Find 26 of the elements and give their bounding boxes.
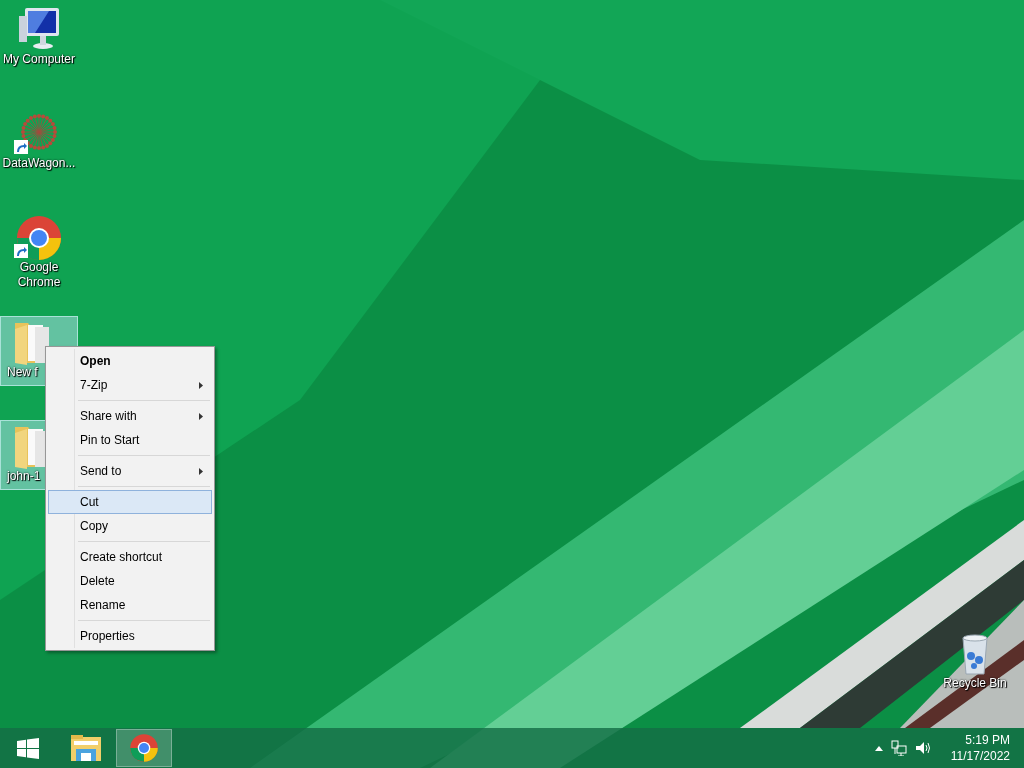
icon-label: New f [6, 365, 38, 380]
menu-item[interactable]: Properties [48, 624, 212, 648]
submenu-arrow-icon [199, 382, 203, 389]
speaker-icon[interactable] [914, 740, 931, 756]
icon-label: My Computer [2, 52, 76, 67]
submenu-arrow-icon [199, 413, 203, 420]
chrome-icon [15, 214, 63, 260]
menu-item[interactable]: Create shortcut [48, 545, 212, 569]
menu-item[interactable]: Copy [48, 514, 212, 538]
icon-label: Google Chrome [16, 260, 62, 290]
clock-time: 5:19 PM [965, 732, 1010, 748]
shortcut-arrow-icon [14, 244, 28, 258]
file-explorer-icon [70, 733, 102, 763]
windows-logo-icon [17, 737, 39, 759]
submenu-arrow-icon [199, 468, 203, 475]
chrome-icon [129, 733, 159, 763]
network-icon[interactable] [890, 740, 907, 756]
show-hidden-icons-icon[interactable] [874, 745, 883, 751]
menu-item[interactable]: Rename [48, 593, 212, 617]
icon-label: DataWagon... [1, 156, 77, 171]
clock-date: 11/17/2022 [950, 748, 1010, 764]
menu-item[interactable]: Delete [48, 569, 212, 593]
icon-label: john-1 [5, 469, 41, 484]
taskbar-button[interactable] [116, 729, 172, 767]
menu-item[interactable]: Cut [48, 490, 212, 514]
shortcut-arrow-icon [14, 140, 28, 154]
